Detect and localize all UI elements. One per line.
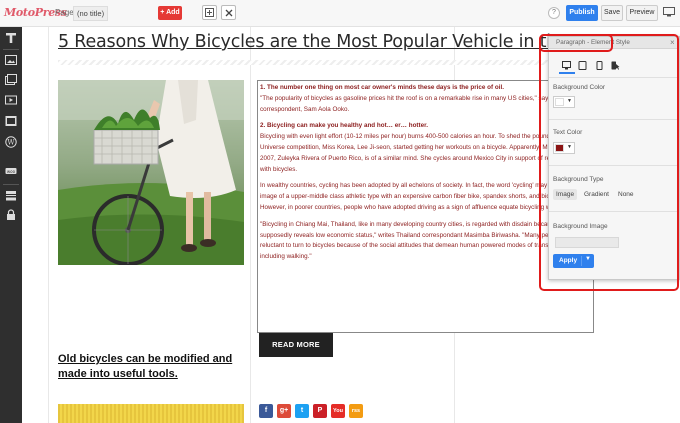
chevron-down-icon: ▼ xyxy=(567,98,572,104)
page-title[interactable]: 5 Reasons Why Bicycles are the Most Popu… xyxy=(58,32,590,52)
twitter-icon[interactable]: t xyxy=(295,404,309,418)
paragraph-text-2: Bicycling with even light effort (10-12 … xyxy=(260,133,584,173)
paragraph-heading-1: 1. The number one thing on most car owne… xyxy=(260,84,504,91)
mobile-device-icon[interactable] xyxy=(595,61,604,70)
bg-type-none[interactable]: None xyxy=(615,189,637,200)
panel-title: Paragraph - Element Style xyxy=(556,39,630,46)
paragraph-heading-2: 2. Bicycling can make you healthy and ho… xyxy=(260,122,428,130)
caret-down-icon[interactable]: ▼ xyxy=(585,256,591,262)
image-widget-icon[interactable] xyxy=(5,54,17,66)
bg-color-label: Background Color xyxy=(553,84,606,91)
woocommerce-widget-icon[interactable]: woo xyxy=(5,165,17,177)
bg-image-label: Background Image xyxy=(553,223,608,230)
video-widget-icon[interactable] xyxy=(5,94,17,106)
panel-header[interactable]: Paragraph - Element Style × xyxy=(549,37,679,49)
apply-separator xyxy=(581,256,582,266)
bicycle-photo-image xyxy=(58,80,244,265)
panel-divider xyxy=(549,165,679,166)
panel-divider xyxy=(549,77,679,78)
paragraph-text-1: "The popularity of bicycles as gasoline … xyxy=(260,94,572,113)
add-button[interactable]: + Add xyxy=(158,6,182,20)
text-color-label: Text Color xyxy=(553,129,583,136)
youtube-icon[interactable]: You xyxy=(331,404,345,418)
panel-divider xyxy=(549,211,679,212)
paragraph-text-3: In wealthy countries, cycling has been a… xyxy=(260,182,581,211)
desktop-view-icon[interactable] xyxy=(663,7,675,17)
bg-type-label: Background Type xyxy=(553,176,604,183)
desktop-device-icon[interactable] xyxy=(562,61,571,70)
panel-divider xyxy=(549,119,679,120)
sidebar-divider xyxy=(3,184,19,185)
wordpress-widget-icon[interactable]: W xyxy=(5,136,17,148)
panel-close-button[interactable]: × xyxy=(670,38,675,47)
svg-text:W: W xyxy=(7,139,15,147)
chevron-down-icon: ▼ xyxy=(567,144,572,150)
page-select[interactable]: (no title) xyxy=(73,6,109,21)
title-divider xyxy=(58,60,548,65)
widget-sidebar: W woo xyxy=(0,27,22,423)
text-color-picker[interactable]: ▼ xyxy=(553,142,575,154)
top-toolbar: MotoPress Page: (no title) + Add ? Publi… xyxy=(0,0,680,27)
bicycle-photo[interactable] xyxy=(58,80,244,265)
film-widget-icon[interactable] xyxy=(5,115,17,127)
apply-button[interactable]: Apply ▼ xyxy=(553,254,594,268)
bg-image-field[interactable] xyxy=(555,237,619,248)
element-style-panel: Paragraph - Element Style × Background C… xyxy=(548,36,680,280)
close-editor-button[interactable] xyxy=(221,5,236,20)
preview-button[interactable]: Preview xyxy=(626,5,658,21)
paragraph-element[interactable]: 1. The number one thing on most car owne… xyxy=(257,80,594,333)
grid-guide xyxy=(48,27,49,423)
bg-color-picker[interactable]: ▼ xyxy=(553,96,575,108)
google-plus-icon[interactable]: g+ xyxy=(277,404,291,418)
save-button[interactable]: Save xyxy=(601,5,623,21)
paragraph-text-4: "Bicycling in Chiang Mai, Thailand, like… xyxy=(260,220,575,261)
lock-widget-icon[interactable] xyxy=(5,209,17,221)
close-icon xyxy=(225,9,232,17)
facebook-icon[interactable]: f xyxy=(259,404,273,418)
tablet-device-icon[interactable] xyxy=(578,61,587,70)
mobile-cursor-icon[interactable] xyxy=(611,61,620,70)
sidebar-divider xyxy=(3,49,19,50)
bg-color-swatch xyxy=(555,98,564,106)
read-more-button[interactable]: READ MORE xyxy=(259,333,333,357)
grid-plus-button[interactable] xyxy=(202,5,217,20)
help-button[interactable]: ? xyxy=(548,7,560,19)
layout-widget-icon[interactable] xyxy=(5,190,17,202)
apply-label: Apply xyxy=(559,257,578,264)
gallery-widget-icon[interactable] xyxy=(5,74,17,86)
publish-button[interactable]: Publish xyxy=(566,5,598,21)
pinterest-icon[interactable]: P xyxy=(313,404,327,418)
bg-type-gradient[interactable]: Gradient xyxy=(581,189,612,200)
grid-guide xyxy=(250,27,251,423)
svg-text:woo: woo xyxy=(7,169,16,174)
text-color-swatch xyxy=(555,144,564,152)
section-subheading[interactable]: Old bicycles can be modified and made in… xyxy=(58,352,248,382)
bg-type-image[interactable]: Image xyxy=(553,189,578,200)
text-widget-icon[interactable] xyxy=(5,32,17,44)
plus-square-icon xyxy=(205,8,214,17)
yellow-image[interactable] xyxy=(58,404,244,423)
rss-icon[interactable]: rss xyxy=(349,404,363,418)
